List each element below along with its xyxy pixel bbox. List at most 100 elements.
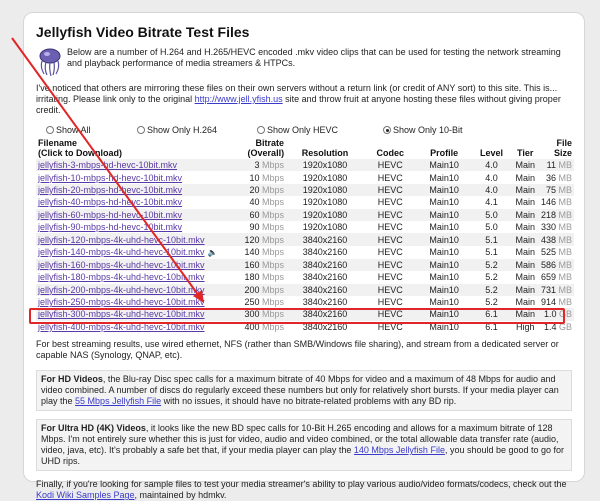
filename-cell: jellyfish-3-mbps-hd-hevc-10bit.mkv [36, 159, 220, 172]
hd-jellyfish-link[interactable]: 55 Mbps Jellyfish File [75, 396, 161, 406]
level-cell: 4.1 [471, 196, 512, 209]
intro-text: Below are a number of H.264 and H.265/HE… [67, 47, 561, 68]
size-cell: 914 MB [538, 295, 574, 309]
file-link[interactable]: jellyfish-300-mbps-4k-uhd-hevc-10bit.mkv [38, 309, 205, 319]
profile-cell: Main10 [416, 159, 472, 172]
table-row: jellyfish-40-mbps-hd-hevc-10bit.mkv 40 Mb… [36, 196, 574, 209]
radio-show-all[interactable] [46, 126, 54, 134]
resolution-cell: 3840x2160 [286, 308, 364, 321]
resolution-cell: 3840x2160 [286, 233, 364, 246]
file-link[interactable]: jellyfish-200-mbps-4k-uhd-hevc-10bit.mkv [38, 285, 205, 295]
profile-cell: Main10 [416, 220, 472, 234]
bitrate-cell: 400 Mbps [219, 320, 287, 334]
filter-h264[interactable]: Show Only H.264 [137, 124, 257, 136]
file-link[interactable]: jellyfish-160-mbps-4k-uhd-hevc-10bit.mkv [38, 260, 205, 270]
filter-10bit[interactable]: Show Only 10-Bit [383, 124, 463, 136]
table-row: jellyfish-250-mbps-4k-uhd-hevc-10bit.mkv… [36, 295, 574, 309]
size-cell: 146 MB [538, 196, 574, 209]
codec-cell: HEVC [363, 258, 417, 272]
table-row: jellyfish-140-mbps-4k-uhd-hevc-10bit.mkv… [36, 245, 574, 259]
col-level[interactable]: Level [471, 137, 511, 159]
profile-cell: Main10 [416, 208, 472, 221]
size-cell: 659 MB [538, 271, 574, 284]
radio-h264[interactable] [137, 126, 145, 134]
codec-cell: HEVC [363, 159, 417, 172]
filename-cell: jellyfish-90-mbps-hd-hevc-10bit.mkv [36, 220, 220, 234]
file-link[interactable]: jellyfish-400-mbps-4k-uhd-hevc-10bit.mkv [38, 322, 205, 332]
level-cell: 5.1 [471, 245, 512, 259]
col-size[interactable]: File Size [539, 137, 574, 159]
file-link[interactable]: jellyfish-120-mbps-4k-uhd-hevc-10bit.mkv [38, 235, 205, 245]
tier-cell: Main [511, 159, 539, 172]
resolution-cell: 3840x2160 [286, 295, 364, 309]
col-bitrate[interactable]: Bitrate (Overall) [220, 137, 287, 159]
col-codec[interactable]: Codec [364, 137, 417, 159]
tier-cell: Main [511, 258, 539, 272]
table-row: jellyfish-120-mbps-4k-uhd-hevc-10bit.mkv… [36, 233, 574, 246]
tier-cell: Main [511, 308, 539, 321]
profile-cell: Main10 [416, 271, 472, 284]
bitrate-cell: 300 Mbps [219, 308, 287, 321]
file-link[interactable]: jellyfish-60-mbps-hd-hevc-10bit.mkv [38, 210, 182, 220]
size-cell: 11 MB [538, 159, 574, 172]
col-resolution[interactable]: Resolution [286, 137, 364, 159]
resolution-cell: 1920x1080 [286, 208, 364, 221]
file-link[interactable]: jellyfish-180-mbps-4k-uhd-hevc-10bit.mkv [38, 272, 205, 282]
size-cell: 218 MB [538, 208, 574, 221]
size-cell: 731 MB [538, 283, 574, 296]
level-cell: 6.1 [471, 320, 512, 334]
table-row: jellyfish-60-mbps-hd-hevc-10bit.mkv 60 Mb… [36, 208, 574, 221]
file-link[interactable]: jellyfish-250-mbps-4k-uhd-hevc-10bit.mkv [38, 297, 205, 307]
codec-cell: HEVC [363, 271, 417, 284]
profile-cell: Main10 [416, 258, 472, 272]
level-cell: 5.0 [471, 208, 512, 221]
tier-cell: Main [511, 271, 539, 284]
filter-show-all[interactable]: Show All [46, 124, 137, 136]
size-cell: 1.4 GB [538, 320, 574, 334]
tier-cell: Main [511, 171, 539, 184]
codec-cell: HEVC [363, 220, 417, 234]
size-cell: 330 MB [538, 220, 574, 234]
codec-cell: HEVC [363, 295, 417, 309]
level-cell: 6.1 [471, 308, 512, 321]
bitrate-cell: 140 Mbps [219, 245, 287, 259]
tier-cell: Main [511, 295, 539, 309]
tier-cell: Main [511, 220, 539, 234]
file-link[interactable]: jellyfish-20-mbps-hd-hevc-10bit.mkv [38, 185, 182, 195]
table-row: jellyfish-400-mbps-4k-uhd-hevc-10bit.mkv… [36, 320, 574, 334]
level-cell: 4.0 [471, 183, 512, 197]
original-site-link[interactable]: http://www.jell.yfish.us [195, 94, 283, 104]
radio-hevc[interactable] [257, 126, 265, 134]
col-filename[interactable]: Filename (Click to Download) [36, 137, 220, 159]
file-link[interactable]: jellyfish-10-mbps-hd-hevc-10bit.mkv [38, 173, 182, 183]
col-profile[interactable]: Profile [417, 137, 472, 159]
filename-cell: jellyfish-400-mbps-4k-uhd-hevc-10bit.mkv [36, 320, 220, 334]
col-tier[interactable]: Tier [512, 137, 539, 159]
file-link[interactable]: jellyfish-140-mbps-4k-uhd-hevc-10bit.mkv [38, 247, 205, 257]
kodi-wiki-link[interactable]: Kodi Wiki Samples Page [36, 490, 135, 500]
file-link[interactable]: jellyfish-40-mbps-hd-hevc-10bit.mkv [38, 197, 182, 207]
file-link[interactable]: jellyfish-90-mbps-hd-hevc-10bit.mkv [38, 222, 182, 232]
uhd-jellyfish-link[interactable]: 140 Mbps Jellyfish File [354, 445, 445, 455]
profile-cell: Main10 [416, 295, 472, 309]
hd-box-heading: For HD Videos [41, 374, 103, 385]
page-title: Jellyfish Video Bitrate Test Files [36, 24, 250, 40]
tier-cell: Main [511, 283, 539, 296]
filter-label: Show Only H.264 [147, 125, 218, 135]
filename-cell: jellyfish-120-mbps-4k-uhd-hevc-10bit.mkv [36, 233, 220, 246]
resolution-cell: 1920x1080 [286, 183, 364, 197]
file-link[interactable]: jellyfish-3-mbps-hd-hevc-10bit.mkv [38, 160, 177, 170]
table-row: jellyfish-160-mbps-4k-uhd-hevc-10bit.mkv… [36, 258, 574, 272]
resolution-cell: 1920x1080 [286, 196, 364, 209]
radio-10bit[interactable] [383, 126, 391, 134]
tier-cell: High [511, 320, 539, 334]
table-row: jellyfish-200-mbps-4k-uhd-hevc-10bit.mkv… [36, 283, 574, 296]
uhd-info-box: For Ultra HD (4K) Videos, it looks like … [36, 419, 572, 472]
filename-cell: jellyfish-200-mbps-4k-uhd-hevc-10bit.mkv [36, 283, 220, 296]
bitrate-cell: 250 Mbps [219, 295, 287, 309]
filter-hevc[interactable]: Show Only HEVC [257, 124, 383, 136]
level-cell: 4.0 [471, 159, 512, 172]
tier-cell: Main [511, 208, 539, 221]
notice: I've noticed that others are mirroring t… [36, 83, 572, 116]
codec-cell: HEVC [363, 171, 417, 184]
